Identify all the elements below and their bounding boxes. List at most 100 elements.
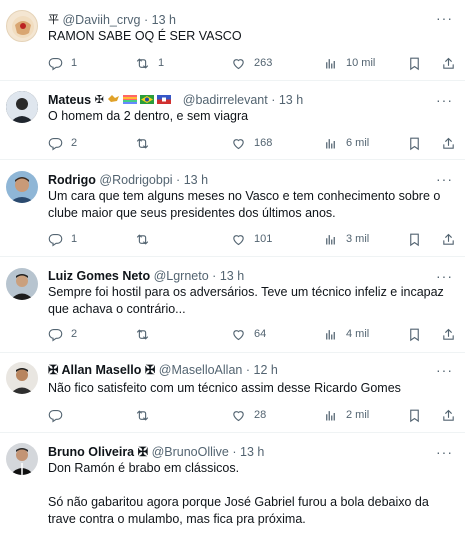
bookmark-icon — [407, 232, 422, 247]
retweet-button[interactable] — [135, 325, 158, 343]
reply-button[interactable]: 2 — [48, 134, 77, 152]
retweet-count: 1 — [158, 57, 165, 69]
timestamp[interactable]: 13 h — [184, 173, 208, 187]
tweet-text: Não fico satisfeito com um técnico assim… — [48, 380, 453, 397]
share-button[interactable] — [441, 134, 456, 152]
tweet[interactable]: Rodrigo @Rodrigobpi · 13 h ··· Um cara q… — [0, 160, 465, 257]
bookmark-icon — [407, 56, 422, 71]
like-button[interactable]: 168 — [231, 134, 272, 152]
avatar[interactable] — [6, 362, 38, 394]
more-options-icon[interactable]: ··· — [436, 171, 453, 187]
share-button[interactable] — [441, 230, 456, 248]
reply-button[interactable]: 2 — [48, 325, 77, 343]
user-handle[interactable]: @BrunoOllive — [152, 445, 229, 459]
separator-dot: · — [232, 445, 237, 459]
tweet[interactable]: ✠ Allan Masello ✠ @MaselloAllan · 12 h ·… — [0, 353, 465, 433]
avatar-image — [6, 362, 38, 394]
views-icon — [323, 56, 338, 71]
bookmark-button[interactable] — [407, 134, 422, 152]
user-handle[interactable]: @MaselloAllan — [159, 363, 243, 377]
retweet-button[interactable]: 1 — [135, 54, 164, 72]
bookmark-button[interactable] — [407, 406, 422, 424]
like-count: 168 — [254, 137, 273, 149]
views-button[interactable]: 4 mil — [323, 325, 369, 343]
timestamp[interactable]: 13 h — [240, 445, 264, 459]
more-options-icon[interactable]: ··· — [436, 362, 453, 378]
views-button[interactable]: 2 mil — [323, 406, 369, 424]
like-icon — [231, 232, 246, 247]
more-options-icon[interactable]: ··· — [436, 92, 453, 108]
user-handle[interactable]: @Rodrigobpi — [99, 173, 172, 187]
tweet[interactable]: 平 @Daviih_crvg · 13 h ··· RAMON SABE OQ … — [0, 0, 465, 81]
tweet-paragraph: O homem da 2 dentro, e sem viagra — [48, 109, 249, 123]
more-options-icon[interactable]: ··· — [436, 268, 453, 284]
tweet-paragraph: Sempre foi hostil para os adversários. T… — [48, 285, 444, 316]
like-button[interactable]: 263 — [231, 54, 272, 72]
user-handle[interactable]: @badirrelevant — [183, 93, 268, 107]
bookmark-button[interactable] — [407, 230, 422, 248]
views-count: 6 mil — [346, 137, 370, 149]
bookmark-icon — [407, 327, 422, 342]
user-handle[interactable]: @Daviih_crvg — [62, 13, 140, 27]
share-icon — [441, 327, 456, 342]
timestamp[interactable]: 13 h — [152, 13, 176, 27]
share-button[interactable] — [441, 325, 456, 343]
reply-button[interactable]: 1 — [48, 230, 77, 248]
tweet-text: O homem da 2 dentro, e sem viagra — [48, 108, 453, 125]
tweet[interactable]: Bruno Oliveira ✠ @BrunoOllive · 13 h ···… — [0, 433, 465, 536]
avatar[interactable] — [6, 268, 38, 300]
retweet-button[interactable] — [135, 406, 158, 424]
views-icon — [323, 327, 338, 342]
avatar[interactable] — [6, 91, 38, 123]
action-bar: 1 101 3 mil — [48, 230, 458, 248]
display-name[interactable]: Bruno Oliveira ✠ — [48, 445, 148, 459]
timestamp[interactable]: 13 h — [279, 93, 303, 107]
separator-dot: · — [245, 363, 251, 377]
views-button[interactable]: 10 mil — [323, 54, 375, 72]
tweet-header: Mateus ✠ @badirrelevant · 13 h — [48, 92, 303, 108]
tweet-text: RAMON SABE OQ É SER VASCO — [48, 28, 453, 45]
reply-icon — [48, 408, 63, 423]
avatar-image — [12, 16, 34, 38]
views-button[interactable]: 3 mil — [323, 230, 369, 248]
user-handle[interactable]: @Lgrneto — [154, 269, 209, 283]
bookmark-button[interactable] — [407, 325, 422, 343]
separator-dot: · — [176, 173, 181, 187]
name-emoji: 平 — [48, 14, 59, 26]
bookmark-button[interactable] — [407, 54, 422, 72]
like-button[interactable]: 101 — [231, 230, 272, 248]
share-icon — [441, 136, 456, 151]
reply-button[interactable] — [48, 406, 71, 424]
timestamp[interactable]: 13 h — [220, 269, 244, 283]
display-name[interactable]: ✠ Allan Masello ✠ — [48, 363, 155, 377]
maltese-cross-symbol: ✠ — [94, 94, 104, 106]
tweet[interactable]: Luiz Gomes Neto @Lgrneto · 13 h ··· Semp… — [0, 257, 465, 353]
display-name[interactable]: Mateus — [48, 93, 91, 107]
more-options-icon[interactable]: ··· — [436, 10, 453, 26]
avatar[interactable] — [6, 10, 38, 42]
display-name[interactable]: Luiz Gomes Neto — [48, 269, 150, 283]
more-options-icon[interactable]: ··· — [436, 444, 453, 460]
retweet-button[interactable] — [135, 134, 158, 152]
tweet-text: Don Ramón é brabo em clássicos. Só não g… — [48, 460, 453, 528]
tweet-header: Rodrigo @Rodrigobpi · 13 h — [48, 172, 208, 188]
like-count: 101 — [254, 233, 273, 245]
retweet-button[interactable] — [135, 230, 158, 248]
reply-button[interactable]: 1 — [48, 54, 77, 72]
timestamp[interactable]: 12 h — [254, 363, 278, 377]
share-button[interactable] — [441, 406, 456, 424]
views-count: 2 mil — [346, 409, 370, 421]
like-icon — [231, 56, 246, 71]
avatar[interactable] — [6, 171, 38, 203]
share-button[interactable] — [441, 54, 456, 72]
reply-count: 2 — [71, 137, 78, 149]
tweet[interactable]: Mateus ✠ @badirrelevant · 13 h ··· O hom… — [0, 81, 465, 160]
views-button[interactable]: 6 mil — [323, 134, 369, 152]
views-count: 4 mil — [346, 328, 370, 340]
display-name[interactable]: Rodrigo — [48, 173, 96, 187]
like-button[interactable]: 64 — [231, 325, 266, 343]
avatar[interactable] — [6, 443, 38, 475]
like-button[interactable]: 28 — [231, 406, 266, 424]
like-icon — [231, 327, 246, 342]
retweet-icon — [135, 232, 150, 247]
